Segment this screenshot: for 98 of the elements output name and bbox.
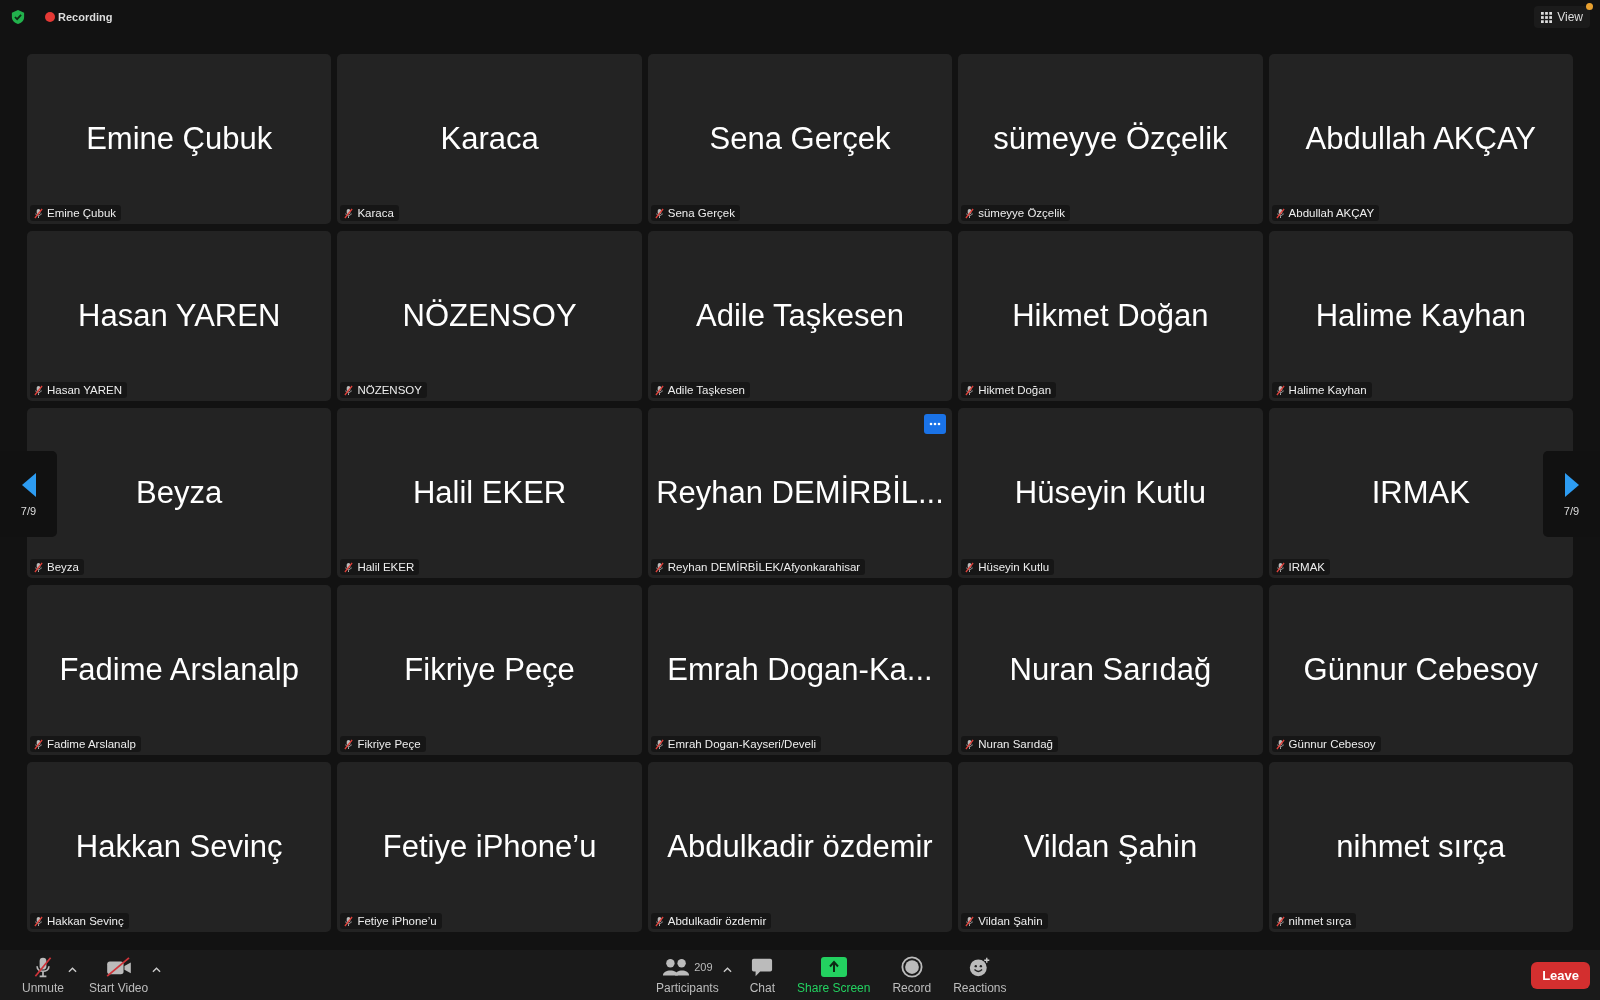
video-button[interactable]: Start Video — [83, 952, 155, 998]
participant-name: Hasan YAREN — [78, 298, 281, 334]
participant-name: Reyhan DEMİRBİL... — [656, 475, 944, 511]
participant-tile[interactable]: Adile Taşkesen Adile Taşkesen — [647, 231, 953, 401]
participant-tile[interactable]: Halime Kayhan Halime Kayhan — [1268, 231, 1573, 401]
record-button[interactable]: Record — [886, 952, 938, 998]
participant-name: Hikmet Doğan — [1012, 298, 1209, 334]
right-triangle-icon — [1563, 471, 1580, 498]
label-text: Fikriye Peçe — [357, 738, 421, 750]
participant-name: Fadime Arslanalp — [59, 652, 299, 688]
label-text: Nuran Sarıdağ — [978, 738, 1053, 750]
participant-name: Karaca — [440, 121, 539, 157]
view-button[interactable]: View — [1534, 6, 1590, 28]
label-text: Fetiye iPhone’u — [357, 915, 437, 927]
label-text: Abdullah AKÇAY — [1288, 207, 1375, 219]
grid-icon — [1541, 11, 1553, 23]
participant-name: Adile Taşkesen — [696, 298, 904, 334]
participant-tile[interactable]: Hakkan Sevinç Hakkan Sevinç — [27, 762, 332, 932]
participant-tile[interactable]: Hikmet Doğan Hikmet Doğan — [958, 231, 1263, 401]
participant-name: Günnur Cebesoy — [1303, 652, 1538, 688]
participant-tile[interactable]: Abdullah AKÇAY Abdullah AKÇAY — [1268, 54, 1573, 224]
label-text: Emine Çubuk — [47, 207, 117, 219]
mic-button[interactable]: Unmute — [16, 952, 71, 998]
smiley-plus-icon — [968, 955, 991, 978]
participant-name: Abdullah AKÇAY — [1305, 121, 1536, 157]
participant-tile[interactable]: sümeyye Özçelik sümeyye Özçelik — [958, 54, 1263, 224]
participant-name: IRMAK — [1371, 475, 1470, 511]
label-text: Fadime Arslanalp — [47, 738, 136, 750]
participant-tile[interactable]: Nuran Sarıdağ Nuran Sarıdağ — [958, 585, 1263, 755]
label-text: Günnur Cebesoy — [1288, 738, 1376, 750]
label-text: Reyhan DEMİRBİLEK/Afyonkarahisar — [667, 561, 861, 573]
label-text: Hikmet Doğan — [978, 384, 1052, 396]
participant-tile[interactable]: Emrah Dogan-Ka... Emrah Dogan-Kayseri/Develi — [647, 585, 953, 755]
participant-tile[interactable]: Fikriye Peçe Fikriye Peçe — [337, 585, 642, 755]
participant-name: NÖZENSOY — [402, 298, 577, 334]
participant-tile[interactable]: Günnur Cebesoy Günnur Cebesoy — [1268, 585, 1573, 755]
share-button[interactable]: Share Screen — [791, 952, 877, 998]
label-text: nihmet sırça — [1288, 915, 1352, 927]
label-text: Hasan YAREN — [47, 384, 122, 396]
recording-dot-icon — [45, 12, 55, 22]
participant-name: nihmet sırça — [1336, 829, 1506, 865]
participant-tile[interactable]: Abdulkadir özdemir Abdulkadir özdemir — [647, 762, 953, 932]
participant-name: Abdulkadir özdemir — [667, 829, 933, 865]
label-text: Halime Kayhan — [1288, 384, 1367, 396]
participant-tile[interactable]: Reyhan DEMİRBİL... Reyhan DEMİRBİLEK/Afyonkarahisar — [647, 408, 953, 578]
participant-name: sümeyye Özçelik — [993, 121, 1228, 157]
participant-name: Sena Gerçek — [709, 121, 891, 157]
label-text: Vildan Şahin — [978, 915, 1043, 927]
ellipsis-icon — [929, 422, 942, 426]
label-text: Hüseyin Kutlu — [978, 561, 1050, 573]
label-text: Beyza — [47, 561, 79, 573]
caret-icon — [152, 966, 162, 973]
participant-tile[interactable]: Vildan Şahin Vildan Şahin — [958, 762, 1263, 932]
participant-count: 209 — [694, 960, 713, 973]
recording-label: Recording — [58, 11, 113, 23]
record-icon — [900, 955, 923, 978]
participant-name: Vildan Şahin — [1023, 829, 1198, 865]
share-screen-icon — [819, 956, 848, 977]
participant-name: Beyza — [136, 475, 223, 511]
leave-button[interactable]: Leave — [1531, 961, 1590, 989]
participant-name: Emine Çubuk — [86, 121, 273, 157]
participants-button[interactable]: 209 Participants — [650, 952, 725, 998]
participant-tile[interactable]: Hüseyin Kutlu Hüseyin Kutlu — [958, 408, 1263, 578]
participant-tile[interactable]: nihmet sırça nihmet sırça — [1268, 762, 1573, 932]
caret-icon — [68, 966, 78, 973]
label-text: Halil EKER — [357, 561, 415, 573]
label-text: IRMAK — [1288, 561, 1325, 573]
participant-tile[interactable]: Fadime Arslanalp Fadime Arslanalp — [27, 585, 332, 755]
label-text: Karaca — [357, 207, 394, 219]
participant-name: Hüseyin Kutlu — [1014, 475, 1207, 511]
participant-tile[interactable]: Hasan YAREN Hasan YAREN — [27, 231, 332, 401]
caret-icon — [722, 966, 732, 973]
participant-tile[interactable]: Halil EKER Halil EKER — [337, 408, 642, 578]
participant-tile[interactable]: Karaca Karaca — [337, 54, 642, 224]
label-text: Sena Gerçek — [667, 207, 735, 219]
participant-name: Halil EKER — [412, 475, 567, 511]
label-text: Adile Taşkesen — [667, 384, 745, 396]
participant-tile[interactable]: Emine Çubuk Emine Çubuk — [27, 54, 332, 224]
shield-check-icon[interactable] — [11, 9, 25, 25]
participant-name: Emrah Dogan-Ka... — [667, 652, 933, 688]
participant-tile[interactable]: Fetiye iPhone’u Fetiye iPhone’u — [337, 762, 642, 932]
participant-name: Fikriye Peçe — [404, 652, 575, 688]
people-icon — [662, 956, 691, 977]
label-text: Hakkan Sevinç — [47, 915, 124, 927]
more-options-button[interactable] — [924, 414, 947, 434]
participant-name: Nuran Sarıdağ — [1009, 652, 1212, 688]
chat-button[interactable]: Chat — [743, 952, 782, 998]
participant-tile[interactable]: Sena Gerçek Sena Gerçek — [647, 54, 953, 224]
participant-name: Hakkan Sevinç — [75, 829, 283, 865]
label-text: NÖZENSOY — [357, 384, 422, 396]
participant-name: Fetiye iPhone’u — [382, 829, 597, 865]
label-text: Emrah Dogan-Kayseri/Develi — [667, 738, 817, 750]
label-text: Abdulkadir özdemir — [667, 915, 767, 927]
reactions-button[interactable]: Reactions — [947, 952, 1013, 998]
left-triangle-icon — [20, 471, 37, 498]
label-text: sümeyye Özçelik — [978, 207, 1066, 219]
participant-name: Halime Kayhan — [1315, 298, 1526, 334]
participant-tile[interactable]: NÖZENSOY NÖZENSOY — [337, 231, 642, 401]
